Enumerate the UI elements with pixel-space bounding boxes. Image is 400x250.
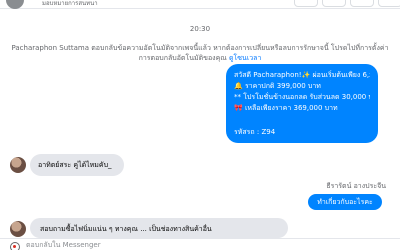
outgoing-message-bubble[interactable]: ทำเกี่ยวกับอะไรคะ: [308, 194, 382, 210]
header-action-button[interactable]: [294, 0, 318, 7]
incoming-message-bubble[interactable]: อาทิตย์สระ คู่ได้ไหมคับ_: [30, 154, 124, 176]
reply-input[interactable]: [26, 239, 386, 250]
header-action-button[interactable]: [350, 0, 374, 7]
contact-avatar[interactable]: [10, 221, 26, 237]
sender-name: ธีรารัตน์ อางประจีน: [326, 182, 386, 190]
contact-avatar[interactable]: [6, 0, 24, 9]
incoming-message-bubble[interactable]: สอบถามซื้อไฟนิ่มแน่น ๆ ทางคุณ ... เป็นช่…: [30, 218, 288, 238]
emoji-icon[interactable]: [10, 242, 20, 250]
auto-reply-notice-text: Pacharaphon Suttama ตอบกลับข้อความอัตโนม…: [11, 44, 389, 62]
message-line: รหัสรถ : Z94: [234, 128, 276, 136]
contact-avatar[interactable]: [10, 157, 26, 173]
header-action-button[interactable]: [322, 0, 346, 7]
auto-reply-notice: Pacharaphon Suttama ตอบกลับข้อความอัตโนม…: [8, 43, 392, 63]
assign-conversation-link[interactable]: มอบหมายการสนทนา: [42, 0, 98, 7]
message-composer: [0, 238, 400, 250]
message-timestamp: 20:30: [189, 25, 211, 33]
outgoing-message-bubble[interactable]: สวัสดี Pacharaphon!✨ ผ่อนเริ่มต้นเพียง 6…: [226, 64, 378, 143]
auto-reply-settings-link[interactable]: ดูโซนเวลา: [229, 54, 261, 62]
message-line: ** โปรโมชั่นข้างนอกลด รับส่วนลด 30,000 บ…: [234, 93, 370, 101]
header-action-button[interactable]: [378, 0, 400, 7]
message-line: สวัสดี Pacharaphon!✨ ผ่อนเริ่มต้นเพียง 6…: [234, 71, 370, 79]
messenger-window: มอบหมายการสนทนา 20:30 Pacharaphon Suttam…: [0, 0, 400, 250]
conversation-header: มอบหมายการสนทนา: [0, 0, 400, 9]
message-line: 🔔 ราคาปกติ 399,000 บาท: [234, 82, 321, 90]
message-line: 🎀 เหลือเพียงราคา 369,000 บาท: [234, 104, 338, 112]
